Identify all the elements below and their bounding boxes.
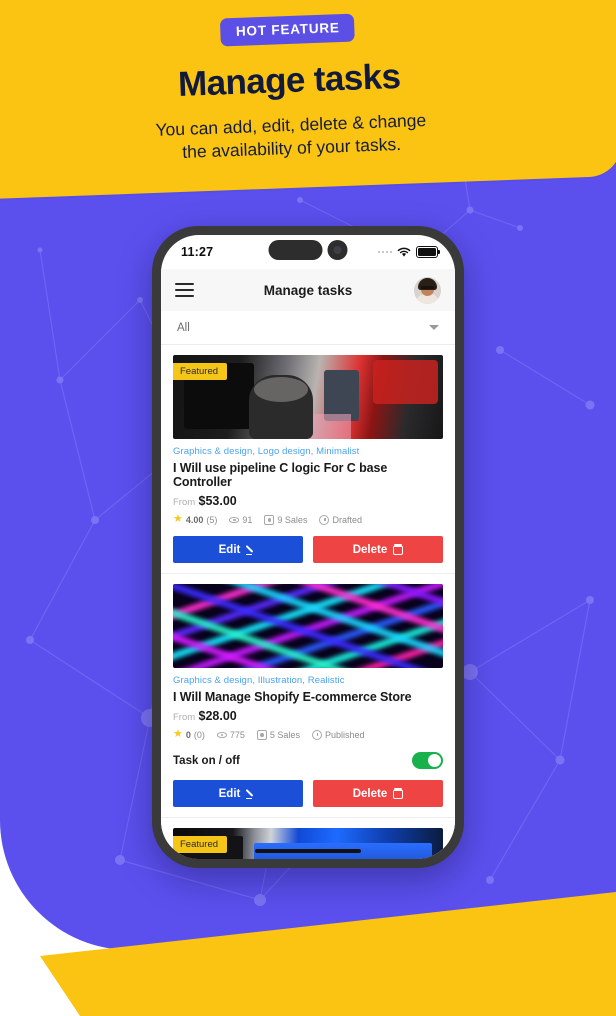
task-image: Featured bbox=[173, 828, 443, 859]
chevron-down-icon bbox=[429, 325, 439, 330]
featured-badge: Featured bbox=[173, 836, 228, 853]
price-from-label: From bbox=[173, 497, 196, 508]
filter-dropdown[interactable]: All bbox=[161, 311, 455, 345]
card-actions: Edit Delete bbox=[173, 536, 443, 573]
delete-label: Delete bbox=[352, 787, 388, 800]
task-title: I Will use pipeline C logic For C base C… bbox=[173, 461, 388, 489]
app-header: Manage tasks bbox=[161, 269, 455, 311]
price-from-label: From bbox=[173, 712, 196, 723]
status-stat: Drafted bbox=[319, 514, 362, 525]
edit-label: Edit bbox=[218, 543, 241, 556]
status-badge: Published bbox=[324, 729, 365, 740]
rating-value: 4.00 bbox=[185, 514, 204, 525]
star-icon: ★ bbox=[173, 513, 183, 525]
bottom-yellow-wedge bbox=[0, 866, 616, 1016]
status-bar: 11:27 bbox=[161, 235, 455, 269]
wifi-icon bbox=[397, 247, 411, 257]
star-icon: ★ bbox=[173, 728, 183, 740]
price-amount: $28.00 bbox=[198, 709, 237, 723]
hamburger-menu-icon[interactable] bbox=[175, 283, 194, 297]
views-stat: 91 bbox=[229, 515, 252, 525]
task-card[interactable]: Graphics & design, Illustration, Realist… bbox=[161, 584, 455, 817]
status-icons bbox=[377, 246, 441, 258]
hero-panel: HOT FEATURE Manage tasks You can add, ed… bbox=[0, 0, 616, 950]
task-toggle-label: Task on / off bbox=[173, 754, 240, 767]
home-indicator bbox=[255, 848, 361, 853]
eye-icon bbox=[229, 515, 240, 525]
page-title: Manage tasks bbox=[177, 56, 401, 104]
task-categories[interactable]: Graphics & design, Logo design, Minimali… bbox=[173, 446, 443, 457]
pencil-icon bbox=[246, 788, 257, 799]
hero-subtitle-line2: the availability of your tasks. bbox=[181, 133, 402, 162]
task-image: Featured bbox=[173, 355, 443, 439]
trash-icon bbox=[393, 544, 404, 555]
dynamic-island bbox=[268, 240, 348, 260]
signal-dots-icon bbox=[377, 250, 392, 254]
task-list[interactable]: Featured Graphics & design, Logo design,… bbox=[161, 345, 455, 859]
hot-feature-badge: HOT FEATURE bbox=[219, 13, 356, 46]
sales-value: 5 Sales bbox=[269, 729, 300, 740]
fiber-artwork bbox=[173, 584, 443, 668]
edit-button[interactable]: Edit bbox=[173, 780, 303, 807]
edit-label: Edit bbox=[218, 787, 241, 800]
trash-icon bbox=[393, 788, 404, 799]
hero-content: HOT FEATURE Manage tasks You can add, ed… bbox=[0, 0, 616, 200]
sales-stat: 5 Sales bbox=[256, 729, 300, 740]
card-actions: Edit Delete bbox=[173, 780, 443, 817]
filter-selected-value: All bbox=[177, 321, 190, 334]
views-value: 91 bbox=[242, 514, 253, 525]
clock-icon bbox=[311, 729, 322, 740]
task-stats: ★ 4.00 (5) 91 9 Sales Drafted bbox=[173, 514, 443, 525]
price-amount: $53.00 bbox=[198, 494, 237, 508]
delete-button[interactable]: Delete bbox=[313, 780, 443, 807]
rating-stat: ★ 4.00 (5) bbox=[173, 514, 217, 525]
rating-stat: ★ 0 (0) bbox=[173, 729, 205, 740]
calendar-icon bbox=[264, 514, 275, 525]
status-stat: Published bbox=[311, 729, 365, 740]
island-pill bbox=[268, 240, 323, 260]
views-stat: 775 bbox=[216, 729, 245, 740]
card-divider bbox=[161, 573, 455, 574]
avatar[interactable] bbox=[414, 276, 441, 304]
task-categories[interactable]: Graphics & design, Illustration, Realist… bbox=[173, 675, 443, 686]
featured-badge: Featured bbox=[173, 363, 228, 380]
edit-button[interactable]: Edit bbox=[173, 536, 303, 563]
delete-label: Delete bbox=[352, 543, 388, 556]
rating-value: 0 bbox=[185, 729, 191, 740]
task-price: From $28.00 bbox=[173, 709, 443, 723]
card-divider bbox=[161, 817, 455, 818]
battery-icon bbox=[416, 246, 441, 258]
front-camera-icon bbox=[327, 240, 348, 260]
task-toggle-switch[interactable] bbox=[412, 752, 443, 769]
views-value: 775 bbox=[229, 729, 245, 740]
status-badge: Drafted bbox=[332, 514, 362, 525]
rating-count: (0) bbox=[193, 729, 205, 740]
calendar-icon bbox=[256, 729, 267, 740]
sales-value: 9 Sales bbox=[277, 514, 308, 525]
phone-mockup: 11:27 Manage tasks All Featured Graphics… bbox=[152, 226, 464, 868]
phone-screen: 11:27 Manage tasks All Featured Graphics… bbox=[161, 235, 455, 859]
pencil-icon bbox=[246, 544, 257, 555]
clock-icon bbox=[319, 514, 330, 525]
sales-stat: 9 Sales bbox=[264, 514, 308, 525]
hero-subtitle: You can add, edit, delete & change the a… bbox=[155, 108, 427, 164]
task-card[interactable]: Featured Graphics & design, Logo design,… bbox=[161, 355, 455, 573]
status-time: 11:27 bbox=[181, 245, 214, 259]
app-title: Manage tasks bbox=[263, 282, 353, 298]
delete-button[interactable]: Delete bbox=[313, 536, 443, 563]
task-price: From $53.00 bbox=[173, 494, 443, 508]
task-title: I Will Manage Shopify E-commerce Store bbox=[173, 690, 412, 704]
avatar-sunglasses bbox=[421, 285, 434, 289]
rating-count: (5) bbox=[206, 514, 218, 525]
task-card[interactable]: Featured bbox=[161, 828, 455, 859]
task-stats: ★ 0 (0) 775 5 Sales Published bbox=[173, 729, 443, 740]
eye-icon bbox=[216, 730, 227, 740]
task-image bbox=[173, 584, 443, 668]
task-toggle-row: Task on / off bbox=[173, 752, 443, 769]
